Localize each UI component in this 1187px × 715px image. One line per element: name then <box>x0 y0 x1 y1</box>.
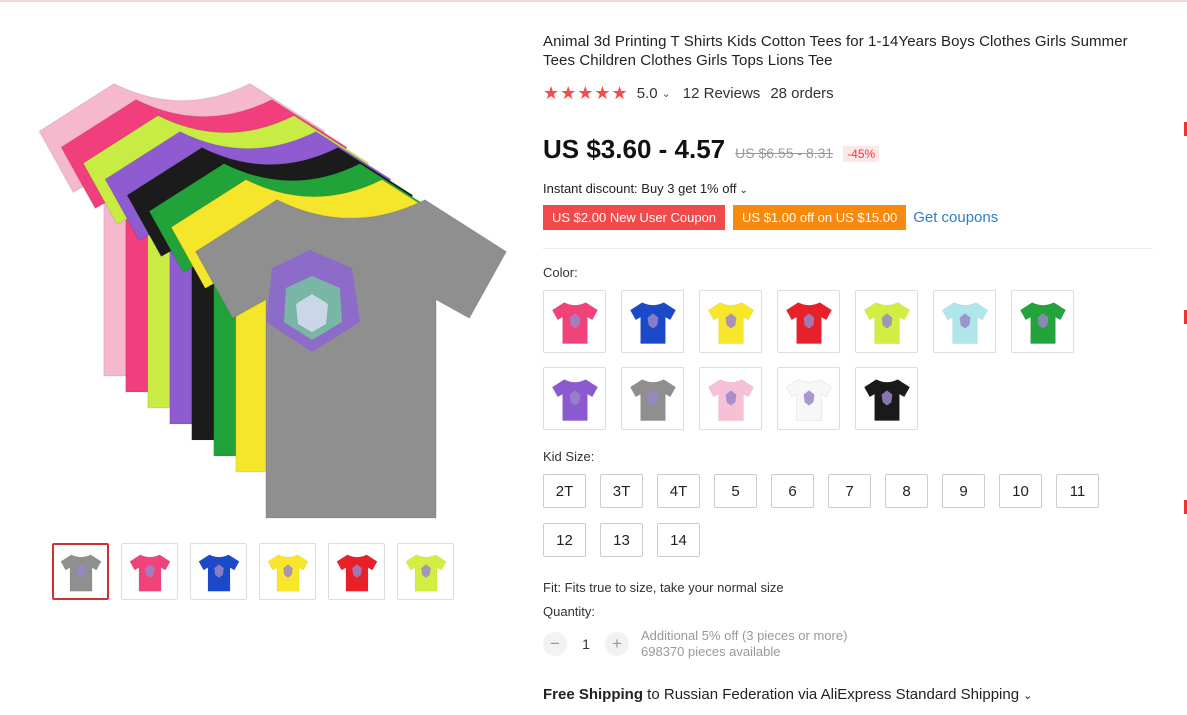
size-option[interactable]: 7 <box>828 474 871 508</box>
coupon-row: US $2.00 New User Coupon US $1.00 off on… <box>543 205 1153 230</box>
original-price: US $6.55 - 8.31 <box>735 145 834 161</box>
color-swatch[interactable] <box>543 367 606 430</box>
size-option[interactable]: 8 <box>885 474 928 508</box>
size-option[interactable]: 13 <box>600 523 643 557</box>
product-details: Animal 3d Printing T Shirts Kids Cotton … <box>543 32 1153 703</box>
star-rating-icon: ★★★★★ <box>543 83 629 103</box>
decrease-quantity-button[interactable]: − <box>543 632 567 656</box>
new-user-coupon[interactable]: US $2.00 New User Coupon <box>543 205 726 230</box>
color-label: Color: <box>543 265 578 280</box>
fit-note: Fit: Fits true to size, take your normal… <box>543 580 784 595</box>
color-swatch[interactable] <box>855 290 918 353</box>
color-swatch[interactable] <box>699 290 762 353</box>
quantity-label: Quantity: <box>543 604 596 619</box>
rating-score[interactable]: 5.0 <box>637 85 658 102</box>
product-title: Animal 3d Printing T Shirts Kids Cotton … <box>543 33 1128 69</box>
size-option[interactable]: 9 <box>942 474 985 508</box>
color-swatch[interactable] <box>621 290 684 353</box>
color-swatch[interactable] <box>777 367 840 430</box>
side-edge-decoration <box>1183 70 1187 670</box>
size-option[interactable]: 10 <box>999 474 1042 508</box>
gallery-thumbnail[interactable] <box>397 543 454 600</box>
gallery-thumbnail[interactable] <box>121 543 178 600</box>
tshirt-stack-image <box>38 82 508 519</box>
size-option[interactable]: 6 <box>771 474 814 508</box>
discount-badge: -45% <box>843 146 880 162</box>
thumbnail-strip <box>52 543 454 600</box>
product-main-image[interactable] <box>0 22 520 522</box>
color-swatch[interactable] <box>543 290 606 353</box>
store-coupon[interactable]: US $1.00 off on US $15.00 <box>733 205 907 230</box>
gallery-thumbnail[interactable] <box>52 543 109 600</box>
size-option[interactable]: 12 <box>543 523 586 557</box>
chevron-down-icon: ⌄ <box>1023 690 1033 702</box>
divider <box>543 248 1153 249</box>
instant-discount[interactable]: Instant discount: Buy 3 get 1% off ⌄ <box>543 181 1153 196</box>
gallery-thumbnail[interactable] <box>259 543 316 600</box>
orders-count: 28 orders <box>770 85 834 102</box>
free-shipping-label: Free Shipping <box>543 686 644 703</box>
reviews-link[interactable]: 12 Reviews <box>683 85 761 102</box>
quantity-value[interactable]: 1 <box>567 636 605 652</box>
size-option[interactable]: 3T <box>600 474 643 508</box>
size-option[interactable]: 5 <box>714 474 757 508</box>
stock-available: 698370 pieces available <box>641 644 781 659</box>
gallery-thumbnail[interactable] <box>328 543 385 600</box>
instant-discount-text: Instant discount: Buy 3 get 1% off <box>543 181 737 196</box>
color-swatch[interactable] <box>1011 290 1074 353</box>
color-swatch[interactable] <box>621 367 684 430</box>
color-swatch[interactable] <box>777 290 840 353</box>
color-swatch[interactable] <box>699 367 762 430</box>
current-price: US $3.60 - 4.57 <box>543 134 726 164</box>
increase-quantity-button[interactable]: + <box>605 632 629 656</box>
chevron-down-icon[interactable]: ⌄ <box>662 87 671 100</box>
size-option[interactable]: 4T <box>657 474 700 508</box>
shipping-destination: to Russian Federation via AliExpress Sta… <box>643 686 1020 703</box>
get-coupons-link[interactable]: Get coupons <box>913 209 998 226</box>
size-option[interactable]: 14 <box>657 523 700 557</box>
rating-row: ★★★★★ 5.0 ⌄ 12 Reviews 28 orders <box>543 83 1153 104</box>
size-label: Kid Size: <box>543 449 595 464</box>
top-border <box>0 0 1187 2</box>
size-option[interactable]: 11 <box>1056 474 1099 508</box>
size-option[interactable]: 2T <box>543 474 586 508</box>
color-options <box>543 290 1083 430</box>
color-swatch[interactable] <box>933 290 996 353</box>
quantity-info: Additional 5% off (3 pieces or more) 698… <box>641 628 847 660</box>
gallery-thumbnail[interactable] <box>190 543 247 600</box>
color-swatch[interactable] <box>855 367 918 430</box>
shipping-info[interactable]: Free Shipping to Russian Federation via … <box>543 686 1153 703</box>
chevron-down-icon: ⌄ <box>739 185 748 196</box>
size-options: 2T 3T 4T 5 6 7 8 9 10 11 12 13 14 <box>543 474 1133 557</box>
quantity-stepper: − 1 + Additional 5% off (3 pieces or mor… <box>543 628 1153 660</box>
price-row: US $3.60 - 4.57 US $6.55 - 8.31 -45% <box>543 134 1153 165</box>
bulk-discount-note: Additional 5% off (3 pieces or more) <box>641 628 848 643</box>
